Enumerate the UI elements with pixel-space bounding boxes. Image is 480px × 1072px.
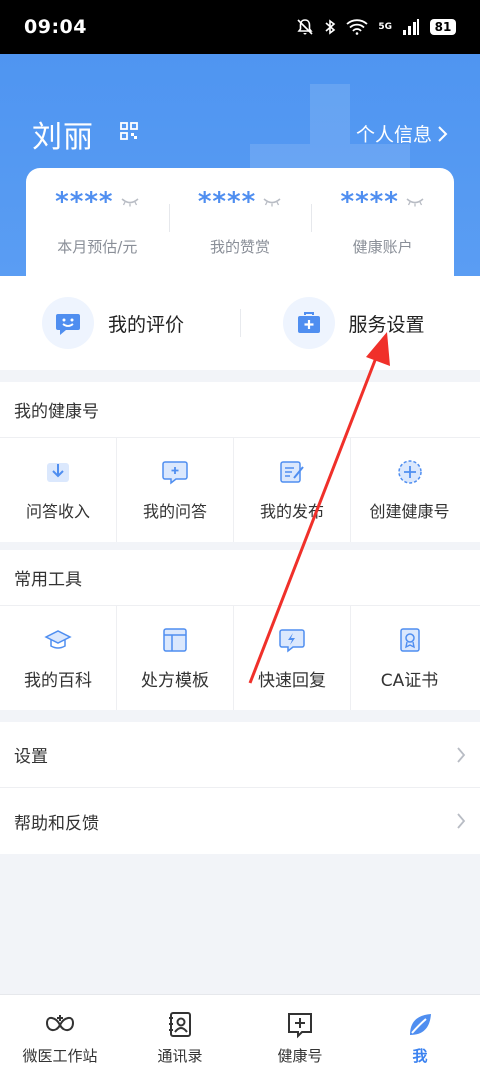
contacts-book-icon	[169, 1012, 191, 1037]
health-account-section: 我的健康号 问答收入 我的问答 我的发布 创建健康号	[0, 382, 480, 542]
my-encyclopedia-button[interactable]: 我的百科	[0, 606, 117, 710]
list-item-label: 帮助和反馈	[14, 813, 99, 834]
status-bar: 09:04 5G 81	[0, 0, 480, 54]
add-circle-icon	[397, 460, 422, 484]
download-tray-icon	[47, 463, 69, 482]
grid-label: 快速回复	[258, 670, 326, 691]
quick-actions: 我的评价 服务设置	[0, 276, 480, 370]
leaf-icon	[410, 1014, 431, 1035]
common-tools-section: 常用工具 我的百科 处方模板 快速回复 CA证书	[0, 550, 480, 710]
mute-bell-icon	[297, 19, 313, 35]
tab-label: 微医工作站	[22, 1047, 98, 1065]
eye-closed-icon[interactable]	[405, 197, 425, 207]
network-type: 5G	[378, 22, 392, 32]
tab-contacts[interactable]: 通讯录	[120, 995, 240, 1072]
user-name: 刘丽	[32, 120, 94, 155]
help-feedback-item[interactable]: 帮助和反馈	[0, 788, 480, 854]
personal-info-link[interactable]: 个人信息	[356, 120, 448, 147]
chat-plus-icon	[162, 461, 188, 485]
grid-label: 我的发布	[259, 502, 324, 521]
my-posts-button[interactable]: 我的发布	[234, 438, 351, 542]
wifi-icon	[346, 19, 368, 35]
stat-value: ****	[340, 187, 399, 217]
grid-label: 我的问答	[142, 502, 207, 521]
tab-workstation[interactable]: 微医工作站	[0, 995, 120, 1072]
tab-label: 我	[412, 1047, 428, 1065]
graduation-cap-icon	[44, 629, 72, 649]
certificate-icon	[399, 627, 420, 652]
bottom-tab-bar: 微医工作站 通讯录 健康号 我	[0, 994, 480, 1072]
bluetooth-icon	[325, 19, 336, 35]
tab-me[interactable]: 我	[360, 995, 480, 1072]
tab-label: 健康号	[277, 1047, 323, 1065]
status-icons: 5G 81	[296, 18, 456, 36]
chevron-right-icon	[438, 125, 448, 142]
settings-list: 设置 帮助和反馈	[0, 722, 480, 854]
chat-plus-icon	[288, 1013, 312, 1039]
quick-reply-button[interactable]: 快速回复	[234, 606, 351, 710]
status-time: 09:04	[24, 16, 87, 38]
settings-item[interactable]: 设置	[0, 722, 480, 788]
workstation-icon	[45, 1015, 75, 1031]
list-item-label: 设置	[14, 747, 48, 767]
stat-value: ****	[55, 187, 114, 217]
stat-monthly-estimate[interactable]: **** 本月预估/元	[26, 168, 169, 278]
edit-note-icon	[280, 461, 304, 483]
eye-closed-icon[interactable]	[262, 197, 282, 207]
create-health-account-button[interactable]: 创建健康号	[351, 438, 468, 542]
grid-label: 处方模板	[141, 670, 209, 691]
signal-icon	[403, 19, 419, 35]
my-reviews-button[interactable]: 我的评价	[0, 297, 240, 349]
section-title: 我的健康号	[0, 382, 480, 438]
stat-label: 健康账户	[352, 238, 413, 256]
medical-bag-icon	[297, 312, 320, 333]
personal-info-label: 个人信息	[355, 124, 432, 146]
section-title: 常用工具	[0, 550, 480, 606]
lightning-chat-icon	[279, 628, 305, 653]
grid-label: CA证书	[380, 670, 439, 691]
qr-code-icon[interactable]	[120, 122, 138, 140]
stat-label: 我的赞赏	[210, 238, 271, 256]
smile-chat-icon	[56, 314, 80, 335]
grid-label: 创建健康号	[369, 502, 450, 521]
stat-value: ****	[197, 187, 257, 217]
ca-certificate-button[interactable]: CA证书	[351, 606, 468, 710]
quick-action-label: 我的评价	[108, 313, 185, 336]
tab-label: 通讯录	[157, 1047, 203, 1065]
qa-income-button[interactable]: 问答收入	[0, 438, 117, 542]
grid-label: 问答收入	[25, 502, 90, 521]
eye-closed-icon[interactable]	[120, 197, 140, 207]
chevron-right-icon	[457, 746, 466, 763]
stat-appreciation[interactable]: **** 我的赞赏	[168, 168, 312, 278]
tab-health-account[interactable]: 健康号	[240, 995, 360, 1072]
layout-template-icon	[163, 627, 187, 652]
grid-label: 我的百科	[24, 670, 92, 691]
quick-action-label: 服务设置	[348, 313, 425, 336]
stat-health-account[interactable]: **** 健康账户	[311, 168, 454, 278]
my-qa-button[interactable]: 我的问答	[117, 438, 234, 542]
battery-indicator: 81	[430, 19, 456, 35]
chevron-right-icon	[457, 813, 466, 829]
service-settings-button[interactable]: 服务设置	[241, 297, 480, 349]
prescription-template-button[interactable]: 处方模板	[117, 606, 234, 710]
earnings-stats-card: **** 本月预估/元 **** 我的赞赏 **** 健康账户	[26, 168, 454, 278]
stat-label: 本月预估/元	[57, 238, 138, 256]
